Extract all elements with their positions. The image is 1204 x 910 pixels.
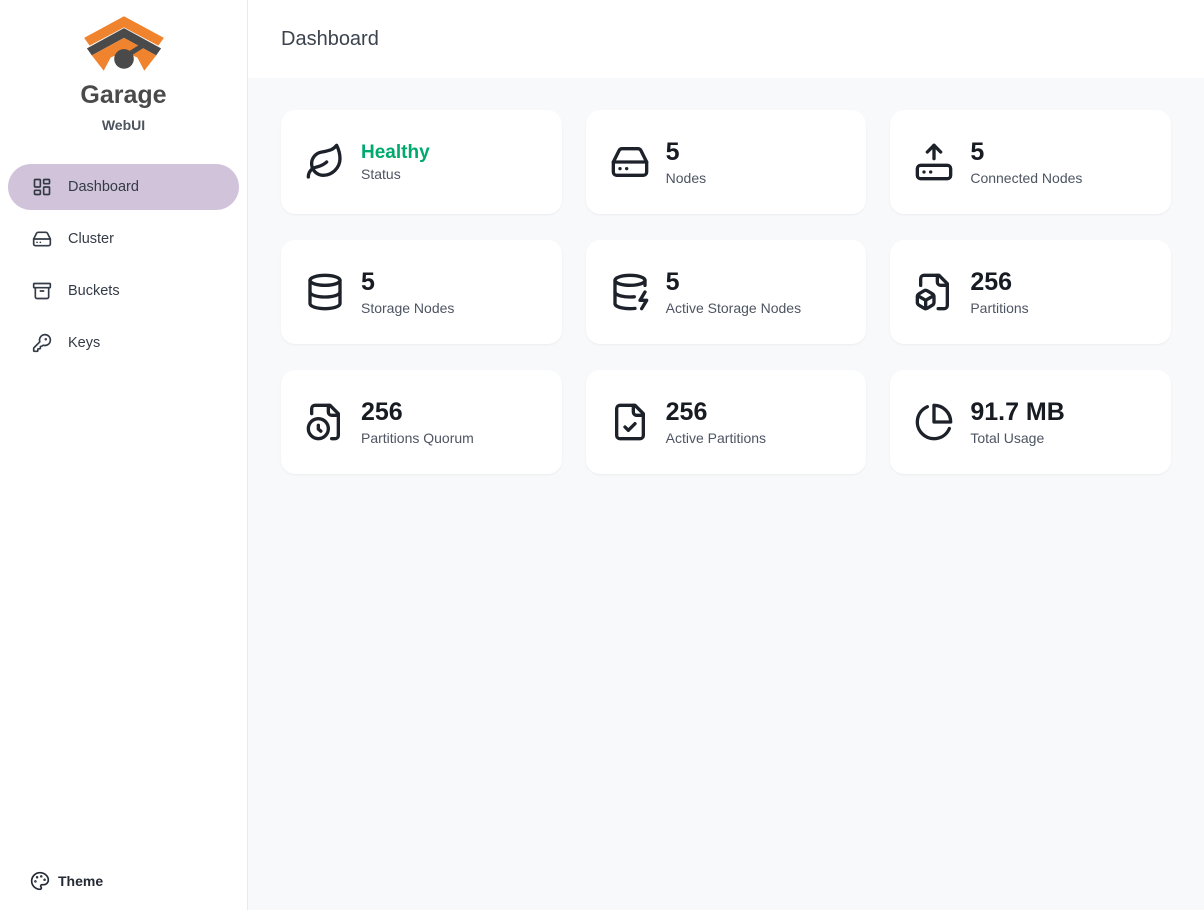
stat-text: 5 Connected Nodes	[970, 138, 1082, 186]
theme-label: Theme	[58, 873, 103, 889]
stat-value: 5	[361, 268, 454, 297]
stat-text: 5 Storage Nodes	[361, 268, 454, 316]
stat-label: Partitions Quorum	[361, 430, 474, 446]
hard-drive-icon	[610, 142, 650, 182]
sidebar-item-buckets[interactable]: Buckets	[8, 268, 239, 314]
stat-card-nodes: 5 Nodes	[586, 110, 867, 214]
app-name: Garage	[0, 81, 247, 110]
stat-value: Healthy	[361, 142, 430, 164]
sidebar-item-label: Dashboard	[68, 179, 139, 195]
stat-label: Storage Nodes	[361, 300, 454, 316]
stat-card-status: Healthy Status	[281, 110, 562, 214]
sidebar: Garage WebUI Dashboard Cluster Buckets	[0, 0, 248, 910]
stat-value: 5	[666, 268, 801, 297]
stat-text: 5 Active Storage Nodes	[666, 268, 801, 316]
hard-drive-upload-icon	[914, 142, 954, 182]
page-title: Dashboard	[281, 28, 379, 51]
brand: Garage WebUI	[0, 0, 247, 133]
app-subtitle: WebUI	[0, 117, 247, 133]
database-zap-icon	[610, 272, 650, 312]
sidebar-item-label: Cluster	[68, 231, 114, 247]
stat-card-partitions: 256 Partitions	[890, 240, 1171, 344]
archive-icon	[32, 281, 52, 301]
layout-dashboard-icon	[32, 177, 52, 197]
main-area: Dashboard Healthy Status 5	[248, 0, 1204, 910]
pie-chart-icon	[914, 402, 954, 442]
stat-label: Nodes	[666, 170, 706, 186]
sidebar-item-dashboard[interactable]: Dashboard	[8, 164, 239, 210]
stat-value: 256	[361, 398, 474, 427]
stat-card-partitions-quorum: 256 Partitions Quorum	[281, 370, 562, 474]
sidebar-nav: Dashboard Cluster Buckets Keys	[0, 164, 247, 366]
stat-text: 256 Partitions	[970, 268, 1028, 316]
stat-card-grid: Healthy Status 5 Nodes	[281, 110, 1171, 474]
stat-label: Partitions	[970, 300, 1028, 316]
garage-logo-icon	[82, 60, 166, 77]
stat-text: 91.7 MB Total Usage	[970, 398, 1064, 446]
stat-text: 256 Partitions Quorum	[361, 398, 474, 446]
file-check-icon	[610, 402, 650, 442]
page-header: Dashboard	[248, 0, 1204, 78]
sidebar-item-keys[interactable]: Keys	[8, 320, 239, 366]
theme-button[interactable]: Theme	[30, 871, 247, 891]
sidebar-spacer	[0, 366, 247, 871]
stat-card-active-partitions: 256 Active Partitions	[586, 370, 867, 474]
hard-drive-icon	[32, 229, 52, 249]
stat-value: 256	[970, 268, 1028, 297]
leaf-icon	[305, 142, 345, 182]
file-box-icon	[914, 272, 954, 312]
palette-icon	[30, 871, 50, 891]
content-area: Healthy Status 5 Nodes	[248, 78, 1204, 910]
stat-card-storage-nodes: 5 Storage Nodes	[281, 240, 562, 344]
stat-card-total-usage: 91.7 MB Total Usage	[890, 370, 1171, 474]
key-round-icon	[32, 333, 52, 353]
stat-label: Active Storage Nodes	[666, 300, 801, 316]
database-icon	[305, 272, 345, 312]
stat-text: 5 Nodes	[666, 138, 706, 186]
stat-value: 5	[666, 138, 706, 167]
sidebar-item-label: Keys	[68, 335, 100, 351]
stat-label: Total Usage	[970, 430, 1064, 446]
stat-text: Healthy Status	[361, 142, 430, 183]
file-clock-icon	[305, 402, 345, 442]
stat-card-active-storage-nodes: 5 Active Storage Nodes	[586, 240, 867, 344]
stat-value: 256	[666, 398, 766, 427]
sidebar-item-cluster[interactable]: Cluster	[8, 216, 239, 262]
stat-value: 91.7 MB	[970, 398, 1064, 427]
stat-text: 256 Active Partitions	[666, 398, 766, 446]
sidebar-item-label: Buckets	[68, 283, 120, 299]
stat-label: Connected Nodes	[970, 170, 1082, 186]
stat-label: Status	[361, 166, 430, 182]
stat-value: 5	[970, 138, 1082, 167]
stat-card-connected-nodes: 5 Connected Nodes	[890, 110, 1171, 214]
stat-label: Active Partitions	[666, 430, 766, 446]
